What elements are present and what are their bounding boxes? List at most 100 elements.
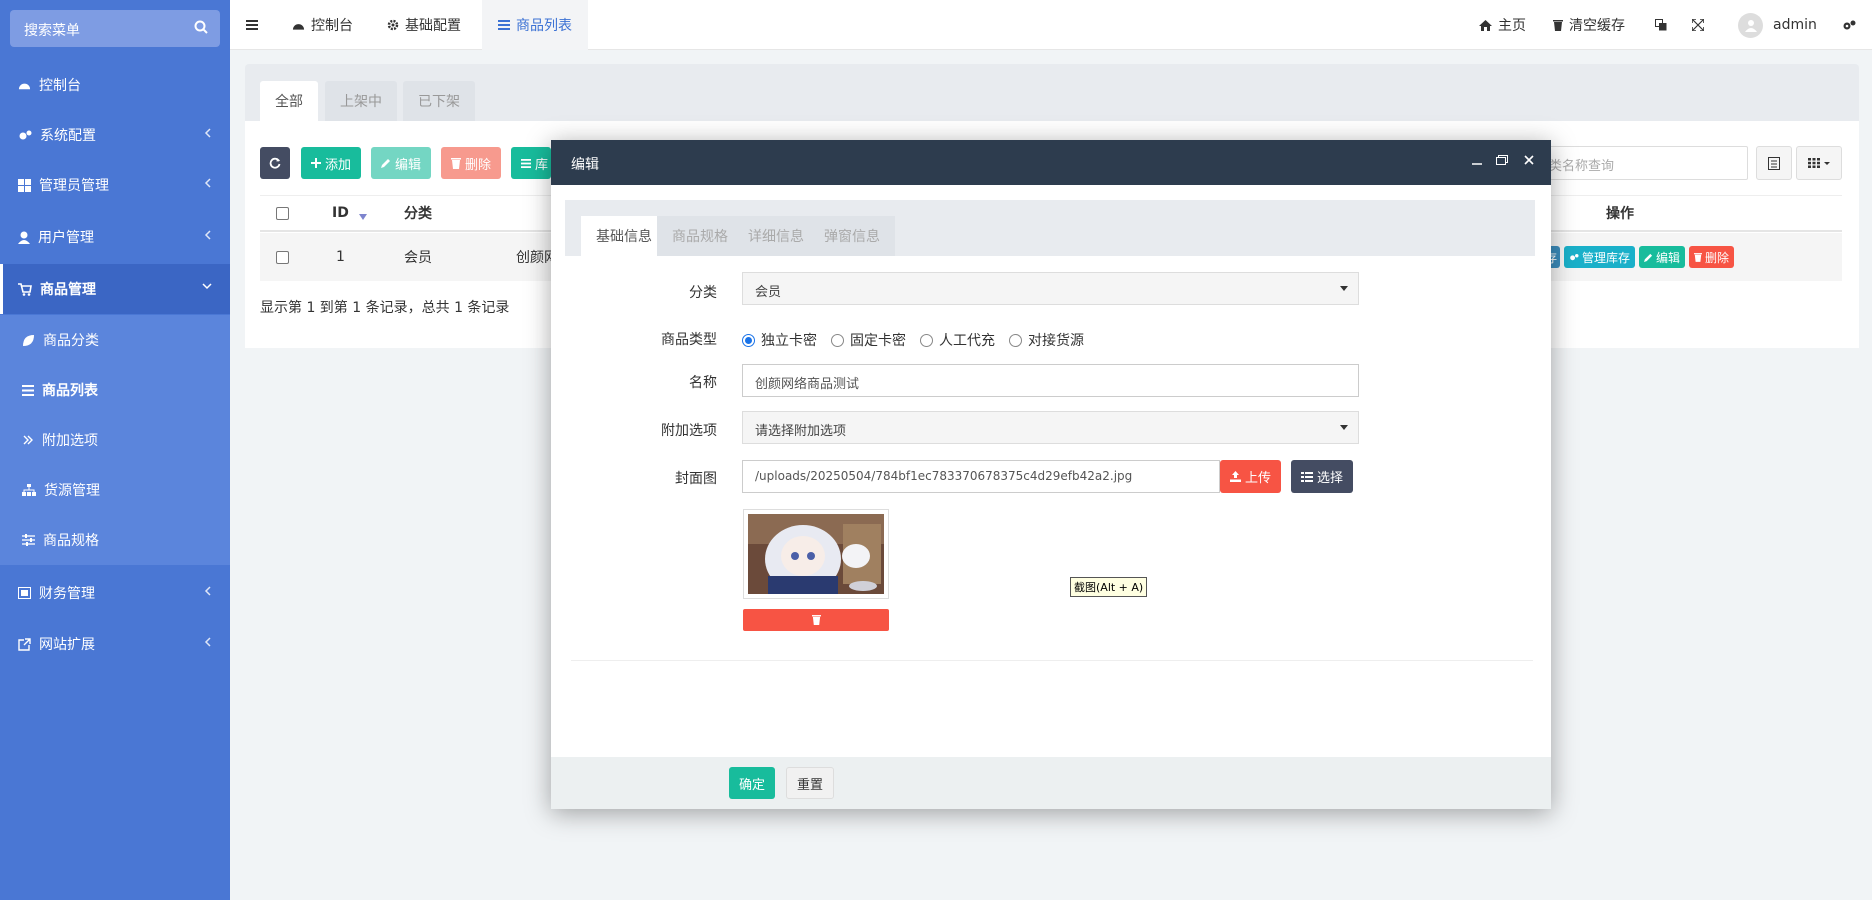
- expand-icon: [1692, 19, 1704, 31]
- tab-basic-info[interactable]: 基础信息: [581, 216, 667, 256]
- sidebar-item-addons[interactable]: 附加选项: [0, 415, 230, 465]
- fullscreen-button[interactable]: [1692, 0, 1704, 50]
- tab-goods-list[interactable]: 商品列表: [482, 0, 588, 50]
- tab-basic-config[interactable]: 基础配置: [387, 0, 461, 50]
- sidebar-item-admin[interactable]: 管理员管理: [0, 160, 230, 210]
- name-input[interactable]: 创颜网络商品测试: [742, 364, 1359, 397]
- action-label: 删除: [1705, 250, 1730, 265]
- add-label: 添加: [325, 157, 352, 173]
- radio-fixed-card[interactable]: 固定卡密: [831, 330, 906, 350]
- cover-label: 封面图: [597, 468, 717, 488]
- col-actions-header: 操作: [1606, 195, 1634, 231]
- checkbox[interactable]: [276, 206, 289, 220]
- col-id-header[interactable]: ID: [332, 195, 367, 231]
- sidebar-item-system-config[interactable]: 系统配置: [0, 110, 230, 160]
- add-button[interactable]: 添加: [301, 147, 362, 179]
- clear-cache-button[interactable]: 清空缓存: [1553, 0, 1625, 50]
- stock-button[interactable]: 库: [511, 147, 551, 179]
- minimize-icon[interactable]: [1472, 155, 1482, 165]
- tab-goods-spec[interactable]: 商品规格: [657, 216, 743, 256]
- select-value: 请选择附加选项: [755, 424, 847, 439]
- checkbox[interactable]: [276, 250, 289, 264]
- columns-button[interactable]: [1796, 146, 1842, 180]
- delete-cover-button[interactable]: [743, 609, 889, 631]
- sidebar-item-site-ext[interactable]: 网站扩展: [0, 619, 230, 669]
- radio-independent-card[interactable]: 独立卡密: [742, 330, 817, 350]
- list-icon: [521, 158, 531, 168]
- radio-button[interactable]: [1009, 333, 1022, 347]
- goods-submenu: 商品分类 商品列表 附加选项 货源管理 商品规格: [0, 315, 230, 565]
- sidebar-item-goods[interactable]: 商品管理: [0, 264, 230, 314]
- radio-supply-source[interactable]: 对接货源: [1009, 330, 1084, 350]
- toggle-view-button[interactable]: [1756, 146, 1792, 180]
- tab-all[interactable]: 全部: [260, 81, 318, 121]
- upload-label: 上传: [1245, 471, 1272, 486]
- top-navbar: 控制台 基础配置 商品列表 主页 清空缓存 admin: [230, 0, 1872, 50]
- sidebar-item-label: 用户管理: [38, 230, 94, 246]
- translate-button[interactable]: [1655, 0, 1667, 50]
- sidebar: 搜索菜单 控制台 系统配置 管理员管理 用户管理 商品管理 商品分类 商品列表: [0, 0, 230, 900]
- radio-button[interactable]: [831, 333, 844, 347]
- sidebar-item-label: 商品分类: [43, 333, 99, 349]
- radio-manual-recharge[interactable]: 人工代充: [920, 330, 995, 350]
- tab-label: 已下架: [418, 94, 460, 110]
- sidebar-item-dashboard[interactable]: 控制台: [0, 60, 230, 110]
- row-delete-button[interactable]: 删除: [1689, 246, 1735, 268]
- reset-button[interactable]: 重置: [786, 767, 835, 799]
- tab-off-sale[interactable]: 已下架: [403, 81, 475, 121]
- caret-down-icon: [1340, 425, 1348, 430]
- user-icon: [18, 231, 30, 244]
- settings-button[interactable]: [1842, 0, 1856, 50]
- cell-category: 会员: [404, 233, 432, 281]
- row-edit-button[interactable]: 编辑: [1639, 246, 1686, 268]
- delete-button[interactable]: 删除: [441, 147, 502, 179]
- sidebar-item-finance[interactable]: 财务管理: [0, 568, 230, 618]
- field-label: 分类: [689, 285, 717, 301]
- edit-button[interactable]: 编辑: [371, 147, 432, 179]
- modal-header[interactable]: 编辑: [551, 140, 1551, 185]
- user-menu[interactable]: admin: [1738, 0, 1817, 50]
- sidebar-item-label: 附加选项: [42, 433, 98, 449]
- sidebar-item-specs[interactable]: 商品规格: [0, 515, 230, 565]
- sidebar-search-input[interactable]: 搜索菜单: [10, 10, 220, 47]
- leaf-icon: [22, 334, 35, 347]
- tab-detail-info[interactable]: 详细信息: [733, 216, 819, 256]
- upload-button[interactable]: 上传: [1220, 460, 1282, 493]
- tab-dashboard[interactable]: 控制台: [292, 0, 353, 50]
- pencil-icon: [1644, 253, 1653, 262]
- sidebar-item-goods-category[interactable]: 商品分类: [0, 315, 230, 365]
- choose-button[interactable]: 选择: [1291, 460, 1354, 493]
- confirm-button[interactable]: 确定: [729, 767, 776, 799]
- trash-icon: [451, 157, 461, 169]
- cover-path-input[interactable]: /uploads/20250504/784bf1ec783370678375c4…: [742, 460, 1220, 493]
- sidebar-item-label: 网站扩展: [39, 637, 95, 653]
- maximize-icon[interactable]: [1496, 155, 1508, 165]
- close-icon[interactable]: [1524, 155, 1534, 165]
- cover-image: [748, 514, 884, 594]
- select-all-checkbox[interactable]: [276, 195, 289, 231]
- home-label: 主页: [1498, 18, 1526, 34]
- radio-button[interactable]: [920, 333, 933, 347]
- plus-icon: [311, 158, 321, 168]
- field-label: 附加选项: [661, 423, 717, 439]
- sitemap-icon: [22, 484, 36, 496]
- upload-icon: [1230, 471, 1241, 482]
- edit-modal: 编辑 基础信息 商品规格 详细信息 弹窗信息 分类 会员 商品类型 独立卡密 固…: [551, 140, 1551, 809]
- menu-toggle-button[interactable]: [246, 0, 258, 50]
- radio-button[interactable]: [742, 333, 755, 347]
- refresh-button[interactable]: [260, 147, 290, 179]
- manage-stock-button[interactable]: 管理库存: [1564, 246, 1636, 268]
- search-icon[interactable]: [194, 20, 208, 34]
- sidebar-item-goods-list[interactable]: 商品列表: [0, 365, 230, 415]
- table-search-input[interactable]: 类名称查询: [1538, 146, 1748, 180]
- row-checkbox[interactable]: [276, 233, 289, 281]
- category-select[interactable]: 会员: [742, 272, 1359, 305]
- tab-popup-info[interactable]: 弹窗信息: [809, 216, 895, 256]
- sidebar-item-supply[interactable]: 货源管理: [0, 465, 230, 515]
- dashboard-icon: [292, 19, 305, 31]
- tab-on-sale[interactable]: 上架中: [325, 81, 397, 121]
- cover-thumbnail: [743, 509, 889, 599]
- sidebar-item-users[interactable]: 用户管理: [0, 212, 230, 262]
- addon-select[interactable]: 请选择附加选项: [742, 411, 1359, 444]
- home-link[interactable]: 主页: [1479, 0, 1526, 50]
